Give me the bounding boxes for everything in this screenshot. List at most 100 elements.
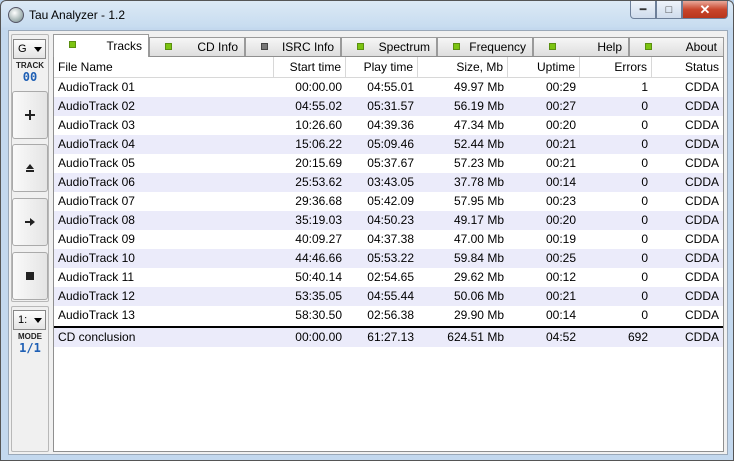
table-row[interactable]: AudioTrack 08 35:19.03 04:50.23 49.17 Mb 00:… [54, 211, 723, 230]
speed-select[interactable]: 1: [13, 310, 46, 330]
cell-file-name: AudioTrack 07 [58, 194, 135, 208]
table-row[interactable]: AudioTrack 07 29:36.68 05:42.09 57.95 Mb 00:… [54, 192, 723, 211]
cell-errors: 0 [641, 213, 648, 227]
eject-button[interactable] [12, 144, 48, 192]
status-led-icon [645, 43, 652, 50]
cell-play-time: 05:37.67 [367, 156, 414, 170]
track-label: TRACK [16, 61, 44, 70]
cell-play-time: 05:42.09 [367, 194, 414, 208]
app-icon[interactable] [8, 7, 24, 23]
cell-size: 29.62 Mb [453, 270, 504, 284]
cell-size: 29.90 Mb [453, 308, 504, 322]
summary-row[interactable]: CD conclusion 00:00.00 61:27.13 624.51 Mb 04… [54, 328, 723, 347]
table-row[interactable]: AudioTrack 13 58:30.50 02:56.38 29.90 Mb 00:… [54, 306, 723, 325]
column-header-play-time[interactable]: Play time [346, 57, 418, 77]
stop-icon [26, 272, 34, 280]
tab-frequency[interactable]: Frequency [437, 37, 533, 56]
cell-uptime: 00:27 [545, 99, 576, 113]
cell-play-time: 02:56.38 [367, 308, 414, 322]
column-header-uptime[interactable]: Uptime [508, 57, 580, 77]
cell-file-name: AudioTrack 10 [58, 251, 135, 265]
drive-select[interactable]: G [13, 39, 46, 59]
cell-uptime: 00:20 [545, 118, 576, 132]
window-controls: ━ □ ✕ [630, 1, 728, 21]
tracks-table[interactable]: File Name Start time Play time Size, Mb … [53, 56, 724, 452]
table-row[interactable]: AudioTrack 10 44:46.66 05:53.22 59.84 Mb 00:… [54, 249, 723, 268]
add-button[interactable] [12, 91, 48, 139]
client-area: G TRACK 00 1: MODE 1/1 Tracks CD Info IS… [8, 30, 728, 455]
cell-errors: 0 [641, 232, 648, 246]
close-icon: ✕ [699, 1, 711, 17]
cell-uptime: 00:20 [545, 213, 576, 227]
cell-uptime: 00:14 [545, 308, 576, 322]
minimize-icon: ━ [639, 4, 647, 16]
table-row[interactable]: AudioTrack 02 04:55.02 05:31.57 56.19 Mb 00:… [54, 97, 723, 116]
cell-size: 57.23 Mb [453, 156, 504, 170]
column-header-status[interactable]: Status [652, 57, 723, 77]
cell-play-time: 61:27.13 [367, 330, 414, 344]
status-led-icon [69, 41, 76, 48]
status-led-icon [453, 43, 460, 50]
play-button[interactable] [12, 198, 48, 246]
cell-errors: 0 [641, 194, 648, 208]
tab-label: Help [597, 40, 622, 54]
table-row[interactable]: AudioTrack 09 40:09.27 04:37.38 47.00 Mb 00:… [54, 230, 723, 249]
cell-errors: 1 [641, 80, 648, 94]
close-button[interactable]: ✕ [682, 1, 728, 19]
cell-errors: 0 [641, 118, 648, 132]
cell-file-name: AudioTrack 06 [58, 175, 135, 189]
tab-spectrum[interactable]: Spectrum [341, 37, 437, 56]
stop-button[interactable] [12, 252, 48, 300]
chevron-down-icon [34, 47, 42, 52]
tab-isrc-info[interactable]: ISRC Info [245, 37, 341, 56]
table-row[interactable]: AudioTrack 05 20:15.69 05:37.67 57.23 Mb 00:… [54, 154, 723, 173]
column-header-size[interactable]: Size, Mb [418, 57, 508, 77]
table-header: File Name Start time Play time Size, Mb … [54, 57, 723, 78]
cell-start-time: 58:30.50 [295, 308, 342, 322]
speed-select-value: 1: [18, 314, 28, 326]
cell-start-time: 00:00.00 [295, 330, 342, 344]
tab-tracks[interactable]: Tracks [53, 34, 149, 57]
maximize-icon: □ [665, 3, 673, 16]
cell-uptime: 00:12 [545, 270, 576, 284]
cell-errors: 0 [641, 175, 648, 189]
track-number: 00 [22, 70, 38, 84]
drive-select-value: G [18, 43, 27, 55]
table-row[interactable]: AudioTrack 06 25:53.62 03:43.05 37.78 Mb 00:… [54, 173, 723, 192]
cell-file-name: AudioTrack 11 [58, 270, 135, 284]
table-row[interactable]: AudioTrack 03 10:26.60 04:39.36 47.34 Mb 00:… [54, 116, 723, 135]
cell-size: 59.84 Mb [453, 251, 504, 265]
cell-status: CDDA [684, 99, 719, 113]
tab-bar: Tracks CD Info ISRC Info Spectrum Freque… [53, 34, 724, 57]
tab-label: About [685, 40, 717, 54]
tab-label: Spectrum [378, 40, 430, 54]
tab-help[interactable]: Help [533, 37, 629, 56]
column-header-errors[interactable]: Errors [580, 57, 652, 77]
cell-start-time: 50:40.14 [295, 270, 342, 284]
cell-errors: 0 [641, 251, 648, 265]
cell-file-name: AudioTrack 03 [58, 118, 135, 132]
status-led-icon [165, 43, 172, 50]
cell-start-time: 40:09.27 [295, 232, 342, 246]
table-row[interactable]: AudioTrack 01 00:00.00 04:55.01 49.97 Mb 00:… [54, 78, 723, 97]
cell-uptime: 00:19 [545, 232, 576, 246]
cell-size: 624.51 Mb [447, 330, 504, 344]
tab-cd-info[interactable]: CD Info [149, 37, 245, 56]
minimize-button[interactable]: ━ [630, 1, 656, 19]
column-header-file-name[interactable]: File Name [54, 57, 274, 77]
column-header-start-time[interactable]: Start time [274, 57, 346, 77]
maximize-button[interactable]: □ [656, 1, 682, 19]
cell-start-time: 53:35.05 [295, 289, 342, 303]
cell-play-time: 04:39.36 [367, 118, 414, 132]
cell-errors: 0 [641, 99, 648, 113]
cell-status: CDDA [684, 308, 719, 322]
cell-file-name: AudioTrack 13 [58, 308, 135, 322]
table-row[interactable]: AudioTrack 11 50:40.14 02:54.65 29.62 Mb 00:… [54, 268, 723, 287]
table-row[interactable]: AudioTrack 12 53:35.05 04:55.44 50.06 Mb 00:… [54, 287, 723, 306]
tab-label: Tracks [106, 39, 142, 53]
table-row[interactable]: AudioTrack 04 15:06.22 05:09.46 52.44 Mb 00:… [54, 135, 723, 154]
cell-size: 49.97 Mb [453, 80, 504, 94]
cell-start-time: 20:15.69 [295, 156, 342, 170]
tab-about[interactable]: About [629, 37, 724, 56]
title-bar[interactable]: Tau Analyzer - 1.2 ━ □ ✕ [1, 1, 733, 29]
